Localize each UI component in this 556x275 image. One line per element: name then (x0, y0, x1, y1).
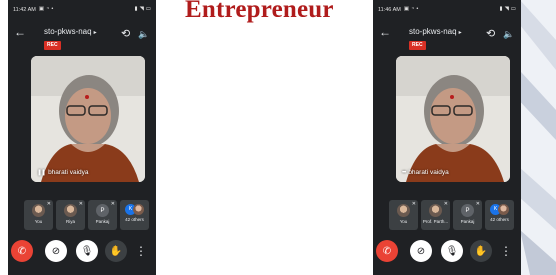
chevron-right-icon: ▸ (93, 30, 97, 36)
meeting-app-bar: ← sto-pkws-naq ▸ REC ⟲ 🔈 (373, 22, 521, 50)
phone-hangup-icon: ✆ (17, 245, 27, 257)
participant-label: You (399, 219, 408, 224)
avatar (429, 204, 442, 217)
mic-toggle-button[interactable]: 🎙 (76, 240, 98, 262)
notification-icon: ▣ (38, 6, 45, 13)
slide-title: Entrepreneur (185, 0, 334, 23)
hand-icon: ✋ (474, 245, 488, 257)
meet-phone-right: 11:46 AM ▣ ◔ • ▮ ◥ ▭ ← sto-pkws-naq ▸ REC… (373, 0, 521, 275)
speaker-name: bharati vaidya (48, 169, 89, 176)
mic-off-icon: ✕ (443, 201, 448, 207)
participant-tile[interactable]: ✕ P Pankaj (453, 200, 482, 230)
audio-level-icon: ••• (402, 169, 406, 176)
avatar (397, 204, 410, 217)
recording-badge: REC (409, 41, 426, 50)
participant-strip: ✕ You ✕ Riya ✕ P Pankaj K 42 others (24, 200, 152, 232)
mic-off-icon: 🎙 (445, 245, 459, 257)
notification-icon: ▣ (403, 6, 410, 13)
wifi-icon: ◥ (504, 6, 509, 13)
participant-label: Prof. Parth... (422, 219, 449, 224)
wifi-icon: ◥ (139, 6, 144, 13)
avatar-group: K (490, 204, 509, 215)
cast-icon: ◔ (411, 6, 415, 13)
status-time: 11:42 AM (13, 7, 36, 13)
back-arrow-icon[interactable]: ← (14, 25, 26, 39)
back-arrow-icon[interactable]: ← (379, 25, 391, 39)
participant-label: Riya (65, 219, 75, 224)
meeting-code[interactable]: sto-pkws-naq ▸ (44, 27, 97, 36)
participant-label: Pankaj (95, 219, 110, 224)
meet-phone-left: 11:42 AM ▣ ◔ • ▮ ◥ ▭ ← sto-pkws-naq ▸ REC… (8, 0, 156, 275)
speaker-name: bharati vaidya (408, 169, 449, 176)
signal-icon: ▮ (499, 6, 503, 13)
more-vert-icon: ⋮ (135, 244, 147, 258)
flip-camera-icon[interactable]: ⟲ (486, 28, 495, 40)
meeting-code[interactable]: sto-pkws-naq ▸ (409, 27, 462, 36)
camera-off-icon: ⊘ (416, 245, 426, 257)
participant-tile-others[interactable]: K 42 others (485, 200, 514, 230)
recording-badge: REC (44, 41, 61, 50)
avatar (64, 204, 77, 217)
mic-off-icon: ✕ (411, 201, 416, 207)
speaker-name-label: ••• bharati vaidya (402, 169, 449, 176)
audio-level-icon: ❚❚ (37, 170, 46, 176)
speaker-icon[interactable]: 🔈 (138, 28, 149, 40)
meeting-code-text: sto-pkws-naq (44, 27, 92, 36)
raise-hand-button[interactable]: ✋ (105, 240, 127, 262)
speaker-icon[interactable]: 🔈 (503, 28, 514, 40)
speaker-name-label: ❚❚ bharati vaidya (37, 169, 89, 176)
participant-tile-you[interactable]: ✕ You (24, 200, 53, 230)
status-bar: 11:46 AM ▣ ◔ • ▮ ◥ ▭ (373, 0, 521, 20)
mic-off-icon: 🎙 (80, 245, 94, 257)
participant-label: You (34, 219, 43, 224)
avatar-initial: P (461, 204, 474, 217)
participant-tile-you[interactable]: ✕ You (389, 200, 418, 230)
camera-toggle-button[interactable]: ⊘ (410, 240, 432, 262)
mic-off-icon: ✕ (475, 201, 480, 207)
participant-tile[interactable]: ✕ Prof. Parth... (421, 200, 450, 230)
participant-strip: ✕ You ✕ Prof. Parth... ✕ P Pankaj K 42 o… (389, 200, 517, 232)
participant-tile[interactable]: ✕ P Pankaj (88, 200, 117, 230)
camera-off-icon: ⊘ (51, 245, 61, 257)
avatar-group: K (125, 204, 144, 215)
flip-camera-icon[interactable]: ⟲ (121, 28, 130, 40)
participant-tile[interactable]: ✕ Riya (56, 200, 85, 230)
speaker-video-tile[interactable]: ❚❚ bharati vaidya (31, 56, 145, 182)
mic-off-icon: ✕ (78, 201, 83, 207)
chevron-right-icon: ▸ (458, 30, 462, 36)
more-options-button[interactable]: ⋮ (497, 240, 515, 262)
dot-icon: • (416, 6, 419, 13)
mic-off-icon: ✕ (110, 201, 115, 207)
battery-icon: ▭ (510, 6, 516, 13)
participant-label: 42 others (490, 217, 509, 222)
participant-label: Pankaj (460, 219, 475, 224)
raise-hand-button[interactable]: ✋ (470, 240, 492, 262)
status-time: 11:46 AM (378, 7, 401, 13)
end-call-button[interactable]: ✆ (11, 240, 33, 262)
camera-toggle-button[interactable]: ⊘ (45, 240, 67, 262)
cast-icon: ◔ (46, 6, 50, 13)
hand-icon: ✋ (109, 245, 123, 257)
participant-tile-others[interactable]: K 42 others (120, 200, 149, 230)
avatar (133, 204, 144, 215)
call-controls: ✆ ⊘ 🎙 ✋ ⋮ (8, 238, 156, 268)
more-options-button[interactable]: ⋮ (132, 240, 150, 262)
meeting-app-bar: ← sto-pkws-naq ▸ REC ⟲ 🔈 (8, 22, 156, 50)
status-bar: 11:42 AM ▣ ◔ • ▮ ◥ ▭ (8, 0, 156, 20)
participant-label: 42 others (125, 217, 144, 222)
avatar (498, 204, 509, 215)
speaker-video-tile[interactable]: ••• bharati vaidya (396, 56, 510, 182)
avatar-initial: P (96, 204, 109, 217)
mic-off-icon: ✕ (46, 201, 51, 207)
phone-hangup-icon: ✆ (382, 245, 392, 257)
more-vert-icon: ⋮ (500, 244, 512, 258)
signal-icon: ▮ (134, 6, 138, 13)
end-call-button[interactable]: ✆ (376, 240, 398, 262)
avatar (32, 204, 45, 217)
battery-icon: ▭ (145, 6, 151, 13)
dot-icon: • (51, 6, 54, 13)
meeting-code-text: sto-pkws-naq (409, 27, 457, 36)
call-controls: ✆ ⊘ 🎙 ✋ ⋮ (373, 238, 521, 268)
mic-toggle-button[interactable]: 🎙 (441, 240, 463, 262)
